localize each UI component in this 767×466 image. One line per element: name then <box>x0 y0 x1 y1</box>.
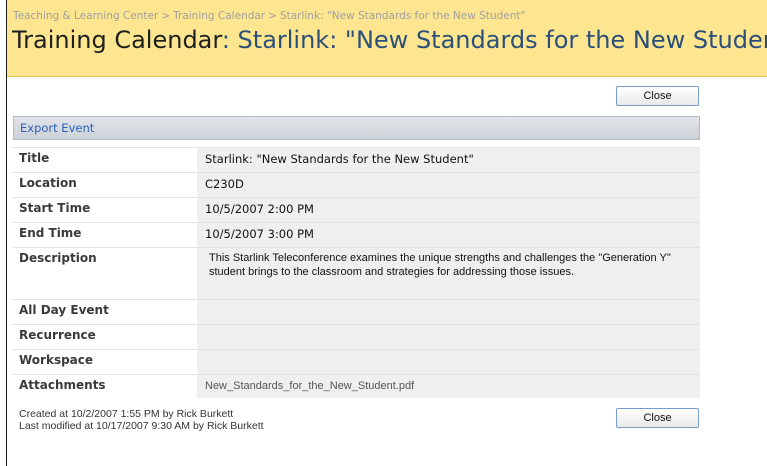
close-button-top[interactable]: Close <box>616 86 699 106</box>
field-value: C230D <box>197 173 700 197</box>
field-value: This Starlink Teleconference examines th… <box>197 248 700 299</box>
breadcrumb-separator: > <box>161 10 171 22</box>
field-label: End Time <box>19 226 82 240</box>
event-details-form: Title Starlink: "New Standards for the N… <box>13 147 700 398</box>
attachment-link[interactable]: New_Standards_for_the_New_Student.pdf <box>197 375 700 398</box>
field-row-recurrence: Recurrence <box>13 324 700 349</box>
field-row-location: Location C230D <box>13 172 700 197</box>
field-label: Attachments <box>19 378 106 392</box>
field-value <box>197 300 700 324</box>
page-title-list: Training Calendar <box>12 26 222 54</box>
breadcrumb-item-site[interactable]: Teaching & Learning Center <box>13 10 158 22</box>
breadcrumb-item-list[interactable]: Training Calendar <box>173 10 265 22</box>
page-header: Teaching & Learning Center > Training Cale… <box>7 0 767 77</box>
field-row-start-time: Start Time 10/5/2007 2:00 PM <box>13 197 700 222</box>
close-button-bottom[interactable]: Close <box>616 408 699 428</box>
toolbar: Export Event <box>13 116 700 140</box>
export-event-link[interactable]: Export Event <box>20 121 94 135</box>
field-row-attachments: Attachments New_Standards_for_the_New_St… <box>13 374 700 398</box>
field-row-title: Title Starlink: "New Standards for the N… <box>13 147 700 172</box>
field-row-all-day-event: All Day Event <box>13 299 700 324</box>
field-label: Description <box>19 251 97 265</box>
field-label: Location <box>19 176 77 190</box>
breadcrumb: Teaching & Learning Center > Training Cale… <box>13 10 525 22</box>
modified-info: Last modified at 10/17/2007 9:30 AM by R… <box>19 420 264 432</box>
field-label: Workspace <box>19 353 94 367</box>
field-value <box>197 350 700 374</box>
field-value: 10/5/2007 3:00 PM <box>197 223 700 247</box>
created-info: Created at 10/2/2007 1:55 PM by Rick Bur… <box>19 408 234 420</box>
field-label: Title <box>19 151 50 165</box>
field-value: Starlink: "New Standards for the New Stu… <box>197 148 700 172</box>
field-row-workspace: Workspace <box>13 349 700 374</box>
breadcrumb-item-current: Starlink: "New Standards for the New Stu… <box>279 10 526 22</box>
field-value <box>197 325 700 349</box>
dialog-window: Teaching & Learning Center > Training Cale… <box>6 0 767 466</box>
version-info: Created at 10/2/2007 1:55 PM by Rick Bur… <box>19 408 264 432</box>
field-value: 10/5/2007 2:00 PM <box>197 198 700 222</box>
field-row-description: Description This Starlink Teleconference… <box>13 247 700 299</box>
field-label: Start Time <box>19 201 91 215</box>
breadcrumb-separator: > <box>268 10 277 22</box>
field-label: Recurrence <box>19 328 96 342</box>
page-title: Training Calendar: Starlink: "New Standa… <box>12 26 767 54</box>
field-row-end-time: End Time 10/5/2007 3:00 PM <box>13 222 700 247</box>
page-title-item: : Starlink: "New Standards for the New S… <box>221 26 767 54</box>
field-label: All Day Event <box>19 303 109 317</box>
